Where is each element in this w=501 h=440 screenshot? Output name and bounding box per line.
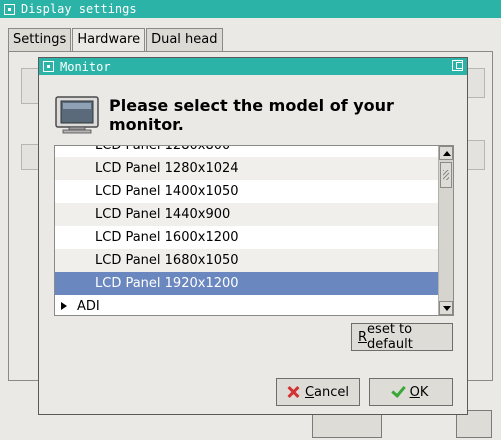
list-group-adi[interactable]: ADI xyxy=(55,295,439,315)
expander-arrow-icon[interactable] xyxy=(61,302,67,310)
background-window-title: Display settings xyxy=(21,2,137,16)
background-configure-button[interactable] xyxy=(467,68,485,98)
monitor-list-rows: LCD Panel 1280x800 LCD Panel 1280x1024 L… xyxy=(55,146,439,315)
list-item[interactable]: LCD Panel 1440x900 xyxy=(55,203,439,226)
tab-settings[interactable]: Settings xyxy=(8,28,72,52)
dialog-title: Monitor xyxy=(60,59,111,74)
tab-hardware[interactable]: Hardware xyxy=(72,28,146,53)
list-item[interactable]: LCD Panel 1400x1050 xyxy=(55,180,439,203)
list-scrollbar[interactable] xyxy=(438,146,453,315)
window-menu-icon[interactable] xyxy=(43,61,54,72)
list-item-selected[interactable]: LCD Panel 1920x1200 xyxy=(55,272,439,295)
list-item[interactable]: LCD Panel 1680x1050 xyxy=(55,249,439,272)
monitor-list[interactable]: LCD Panel 1280x800 LCD Panel 1280x1024 L… xyxy=(54,145,454,316)
window-menu-icon[interactable] xyxy=(4,3,15,15)
tab-dual-head[interactable]: Dual head xyxy=(146,28,223,52)
background-card-icon xyxy=(21,144,39,170)
list-item[interactable]: LCD Panel 1600x1200 xyxy=(55,226,439,249)
list-item[interactable]: LCD Panel 1280x1024 xyxy=(55,157,439,180)
maximize-icon[interactable] xyxy=(452,60,463,71)
list-item[interactable]: LCD Panel 1280x800 xyxy=(55,146,439,157)
background-window-titlebar[interactable]: Display settings xyxy=(0,0,501,18)
dialog-titlebar[interactable]: Monitor xyxy=(39,58,467,75)
scroll-up-icon[interactable] xyxy=(439,146,453,160)
dialog-header: Please select the model of your monitor. xyxy=(55,96,467,134)
ok-button[interactable]: OK xyxy=(369,378,453,406)
scroll-thumb[interactable] xyxy=(440,162,452,188)
reset-to-default-button[interactable]: Reset to default xyxy=(351,322,453,352)
monitor-icon xyxy=(55,96,99,134)
ok-check-icon xyxy=(390,382,406,398)
cancel-x-icon xyxy=(287,386,299,398)
background-configure-button-2[interactable] xyxy=(467,140,485,170)
background-monitor-icon xyxy=(21,68,39,104)
background-tabs: Settings Hardware Dual head xyxy=(8,28,224,53)
scroll-down-icon[interactable] xyxy=(439,301,453,315)
dialog-header-text: Please select the model of your monitor. xyxy=(109,96,394,134)
monitor-dialog: Monitor Please select the model of your … xyxy=(38,57,468,415)
cancel-button[interactable]: Cancel xyxy=(276,378,360,406)
